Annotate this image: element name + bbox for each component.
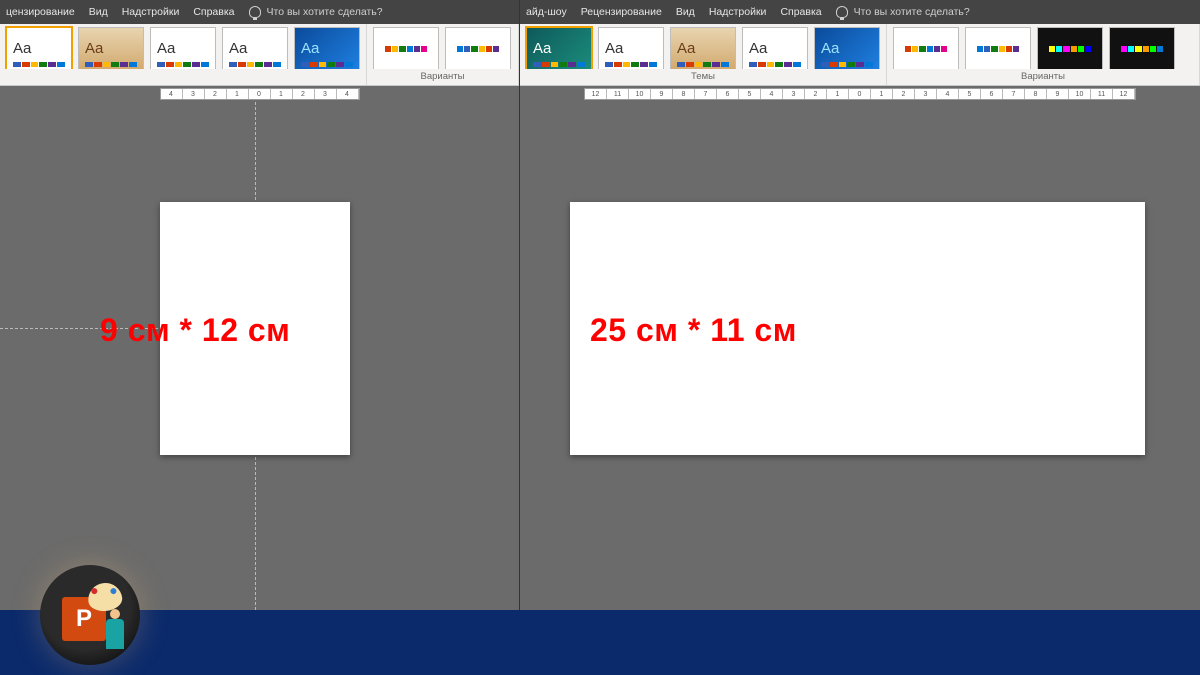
theme-thumb[interactable]: Aa (598, 27, 664, 70)
theme-aa-label: Aa (229, 40, 247, 57)
person-icon (106, 619, 124, 649)
ruler-tick: 6 (981, 89, 1003, 99)
ruler-tick: 6 (717, 89, 739, 99)
palette-icon (87, 581, 124, 612)
theme-thumb[interactable]: Aa (78, 27, 144, 70)
theme-thumb[interactable]: Aa (6, 27, 72, 70)
ruler-tick: 3 (315, 89, 337, 99)
ruler-tick: 1 (827, 89, 849, 99)
theme-thumb[interactable]: Aa (742, 27, 808, 70)
horizontal-ruler: 1211109876543210123456789101112 (520, 86, 1200, 102)
ruler-tick: 4 (337, 89, 359, 99)
bulb-icon (249, 6, 261, 18)
group-label-themes (0, 69, 366, 85)
menu-bar: айд-шоу Рецензирование Вид Надстройки Сп… (520, 0, 1200, 24)
variants-gallery[interactable] (887, 24, 1199, 69)
ruler-tick: 4 (937, 89, 959, 99)
theme-aa-label: Aa (677, 40, 695, 57)
theme-thumb[interactable]: Aa (294, 27, 360, 70)
ruler-tick: 10 (1069, 89, 1091, 99)
ruler-tick: 8 (673, 89, 695, 99)
ruler-tick: 3 (783, 89, 805, 99)
ruler-tick: 10 (629, 89, 651, 99)
ruler-tick: 1 (871, 89, 893, 99)
ruler-tick: 8 (1025, 89, 1047, 99)
variants-gallery[interactable] (367, 24, 518, 69)
footer-band (0, 610, 1200, 675)
theme-aa-label: Aa (533, 40, 551, 57)
theme-thumb[interactable]: Aa (150, 27, 216, 70)
app-window-right: айд-шоу Рецензирование Вид Надстройки Сп… (520, 0, 1200, 675)
ruler-tick: 0 (849, 89, 871, 99)
themes-gallery[interactable]: Aa Aa Aa Aa Aa (0, 24, 366, 69)
group-label-variants: Варианты (367, 69, 518, 85)
ruler-tick: 0 (249, 89, 271, 99)
menu-addins[interactable]: Надстройки (122, 6, 180, 18)
tell-me-label: Что вы хотите сделать? (854, 6, 970, 18)
ruler-tick: 5 (739, 89, 761, 99)
ruler-tick: 2 (293, 89, 315, 99)
group-label-themes: Темы (520, 69, 886, 85)
menu-view[interactable]: Вид (89, 6, 108, 18)
variant-thumb[interactable] (893, 27, 959, 70)
variant-thumb[interactable] (1037, 27, 1103, 70)
menu-help[interactable]: Справка (780, 6, 821, 18)
ruler-tick: 3 (915, 89, 937, 99)
menu-review[interactable]: цензирование (6, 6, 75, 18)
ruler-tick: 2 (893, 89, 915, 99)
tell-me-search[interactable]: Что вы хотите сделать? (836, 6, 970, 18)
dimension-annotation: 25 см * 11 см (590, 312, 797, 349)
ruler-tick: 11 (607, 89, 629, 99)
dimension-annotation: 9 см * 12 см (100, 312, 290, 349)
theme-aa-label: Aa (821, 40, 839, 57)
ruler-tick: 11 (1091, 89, 1113, 99)
ruler-tick: 5 (959, 89, 981, 99)
ruler-tick: 9 (651, 89, 673, 99)
horizontal-ruler: 432101234 (0, 86, 519, 102)
themes-gallery[interactable]: Aa Aa Aa Aa Aa (520, 24, 886, 69)
ruler-tick: 1 (227, 89, 249, 99)
menu-addins[interactable]: Надстройки (709, 6, 767, 18)
ruler-tick: 4 (161, 89, 183, 99)
ribbon: Aa Aa Aa Aa Aa Темы Варианты (520, 24, 1200, 86)
theme-thumb[interactable]: Aa (670, 27, 736, 70)
theme-aa-label: Aa (749, 40, 767, 57)
theme-aa-label: Aa (301, 40, 319, 57)
ruler-tick: 2 (805, 89, 827, 99)
variant-thumb[interactable] (1109, 27, 1175, 70)
ruler-tick: 1 (271, 89, 293, 99)
theme-thumb[interactable]: Aa (222, 27, 288, 70)
menu-bar: цензирование Вид Надстройки Справка Что … (0, 0, 519, 24)
ruler-tick: 3 (183, 89, 205, 99)
bulb-icon (836, 6, 848, 18)
tell-me-label: Что вы хотите сделать? (267, 6, 383, 18)
powerpoint-logo: P (40, 565, 140, 665)
theme-aa-label: Aa (157, 40, 175, 57)
ruler-tick: 7 (695, 89, 717, 99)
menu-help[interactable]: Справка (193, 6, 234, 18)
variant-thumb[interactable] (965, 27, 1031, 70)
tell-me-search[interactable]: Что вы хотите сделать? (249, 6, 383, 18)
ruler-tick: 2 (205, 89, 227, 99)
group-label-variants: Варианты (887, 69, 1199, 85)
theme-aa-label: Aa (605, 40, 623, 57)
menu-view[interactable]: Вид (676, 6, 695, 18)
menu-slideshow[interactable]: айд-шоу (526, 6, 567, 18)
theme-aa-label: Aa (13, 40, 31, 57)
variant-thumb[interactable] (373, 27, 439, 70)
variant-thumb[interactable] (445, 27, 511, 70)
ruler-tick: 12 (585, 89, 607, 99)
ruler-tick: 12 (1113, 89, 1135, 99)
theme-thumb[interactable]: Aa (814, 27, 880, 70)
slide-canvas[interactable]: 25 см * 11 см (520, 102, 1200, 675)
theme-thumb[interactable]: Aa (526, 27, 592, 70)
ruler-tick: 7 (1003, 89, 1025, 99)
theme-aa-label: Aa (85, 40, 103, 57)
ruler-tick: 4 (761, 89, 783, 99)
ribbon: Aa Aa Aa Aa Aa Варианты (0, 24, 519, 86)
menu-review[interactable]: Рецензирование (581, 6, 662, 18)
ruler-tick: 9 (1047, 89, 1069, 99)
